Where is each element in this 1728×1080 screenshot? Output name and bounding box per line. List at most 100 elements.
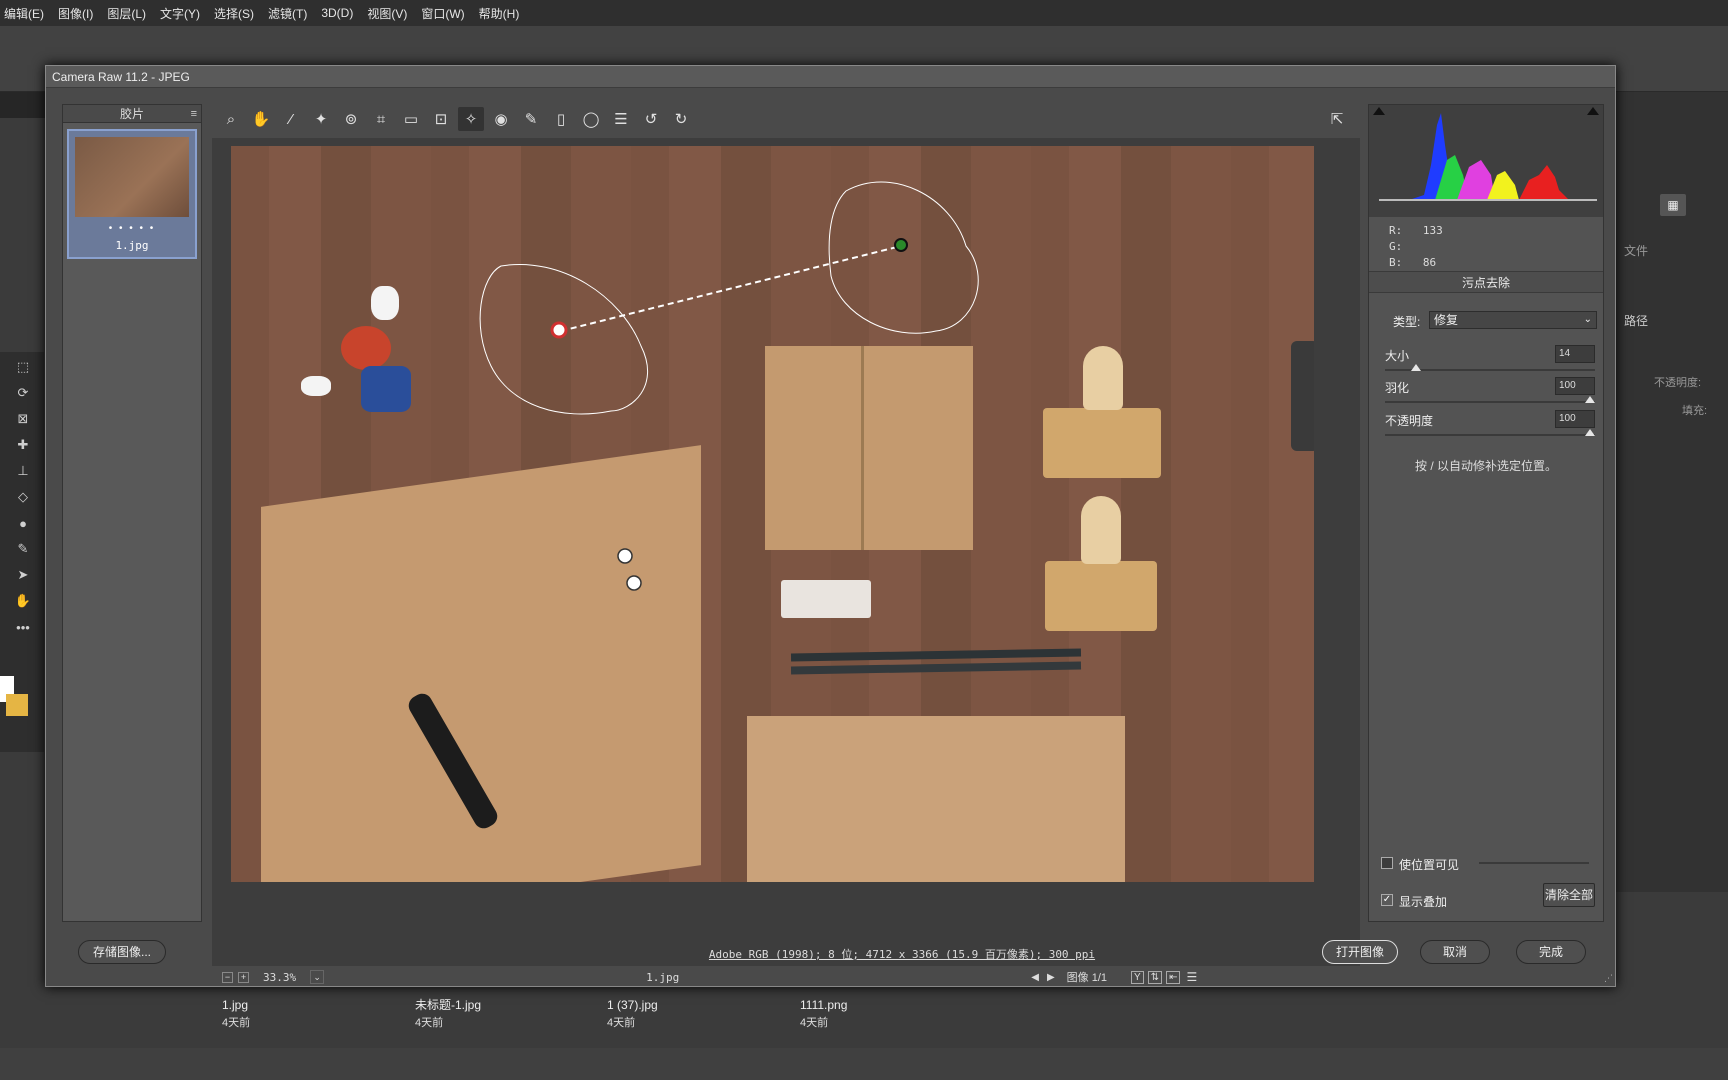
white-balance-icon[interactable]: ⁄ <box>278 107 304 131</box>
zoom-level[interactable]: 33.3% <box>263 971 296 984</box>
color-sampler-icon[interactable]: ✦ <box>308 107 334 131</box>
filmstrip-thumbnail[interactable]: • • • • • 1.jpg <box>67 129 197 259</box>
radial-filter-icon[interactable]: ◯ <box>578 107 604 131</box>
feather-row: 羽化 100 <box>1385 377 1595 413</box>
menu-type[interactable]: 文字(Y) <box>160 5 200 22</box>
preferences-icon[interactable]: ☰ <box>608 107 634 131</box>
spot-overlay[interactable] <box>231 146 1314 882</box>
menu-layer[interactable]: 图层(L) <box>107 5 146 22</box>
lasso-tool-icon[interactable]: ⟳ <box>12 382 34 404</box>
rating-dots[interactable]: • • • • • <box>69 223 195 234</box>
opacity-label: 不透明度 <box>1385 414 1434 428</box>
paths-tab[interactable]: 路径 <box>1624 312 1648 329</box>
opacity-slider-thumb[interactable] <box>1585 429 1595 436</box>
save-image-button[interactable]: 存储图像... <box>78 940 166 964</box>
grid-view-icon[interactable]: ▦ <box>1660 194 1686 216</box>
show-overlay-checkbox[interactable]: ✓ <box>1381 894 1393 906</box>
thumbnail-image <box>75 137 189 217</box>
hand-icon[interactable]: ✋ <box>248 107 274 131</box>
target-adjust-icon[interactable]: ⊚ <box>338 107 364 131</box>
graduated-filter-icon[interactable]: ▯ <box>548 107 574 131</box>
transform-icon[interactable]: ⊡ <box>428 107 454 131</box>
view-settings-icon[interactable]: ☰ <box>1186 970 1197 984</box>
done-button[interactable]: 完成 <box>1516 940 1586 964</box>
recent-file-name: 1111.png <box>800 998 848 1012</box>
g-label: G: <box>1389 240 1403 253</box>
frame-tool-icon[interactable]: ⊠ <box>12 408 34 430</box>
compare-y-icon[interactable]: Y <box>1131 970 1144 984</box>
show-overlay-label: 显示叠加 <box>1399 895 1448 909</box>
zoom-out-icon[interactable]: − <box>222 971 233 983</box>
feather-input[interactable]: 100 <box>1555 377 1595 395</box>
menu-3d[interactable]: 3D(D) <box>321 6 353 20</box>
visualize-slider[interactable] <box>1479 862 1589 864</box>
open-image-button[interactable]: 打开图像 <box>1322 940 1398 964</box>
blur-tool-icon[interactable]: ● <box>12 512 34 534</box>
copy-settings-icon[interactable]: ⇤ <box>1166 970 1181 984</box>
type-select[interactable]: 修复 ⌄ <box>1429 311 1597 329</box>
recent-file[interactable]: 1111.png 4天前 <box>800 996 847 1032</box>
swap-icon[interactable]: ⇅ <box>1147 970 1163 984</box>
red-eye-icon[interactable]: ◉ <box>488 107 514 131</box>
hand-tool-icon[interactable]: ✋ <box>12 590 34 612</box>
dialog-title: Camera Raw 11.2 - JPEG <box>46 66 1615 88</box>
menu-edit[interactable]: 编辑(E) <box>4 5 44 22</box>
resize-grip-icon[interactable]: ⋰ <box>1604 973 1613 984</box>
menu-filter[interactable]: 滤镜(T) <box>268 5 307 22</box>
zoom-icon[interactable]: ⌕ <box>218 107 244 131</box>
straighten-icon[interactable]: ▭ <box>398 107 424 131</box>
spot-pin <box>626 575 642 591</box>
menu-image[interactable]: 图像(I) <box>58 5 93 22</box>
size-slider-thumb[interactable] <box>1411 364 1421 371</box>
zoom-dropdown-icon[interactable]: ⌄ <box>310 970 325 984</box>
pen-tool-icon[interactable]: ✎ <box>12 538 34 560</box>
recent-file-name: 1 (37).jpg <box>607 998 658 1012</box>
visualize-spots-checkbox[interactable] <box>1381 857 1393 869</box>
menu-help[interactable]: 帮助(H) <box>479 5 520 22</box>
workflow-options-link[interactable]: Adobe RGB (1998); 8 位; 4712 x 3366 (15.9… <box>622 946 1182 962</box>
recent-file-name: 未标题-1.jpg <box>415 998 482 1012</box>
r-label: R: <box>1389 224 1403 237</box>
recent-file[interactable]: 1 (37).jpg 4天前 <box>607 996 658 1032</box>
chevron-down-icon: ⌄ <box>1583 314 1592 325</box>
photo-preview[interactable] <box>231 146 1314 882</box>
adjustment-brush-icon[interactable]: ✎ <box>518 107 544 131</box>
next-image-icon[interactable]: ▶ <box>1047 972 1055 983</box>
cancel-button[interactable]: 取消 <box>1420 940 1490 964</box>
zoom-in-icon[interactable]: + <box>238 971 249 983</box>
camera-raw-dialog: Camera Raw 11.2 - JPEG 胶片 ≡ • • • • • 1.… <box>45 65 1616 987</box>
rotate-cw-icon[interactable]: ↻ <box>668 107 694 131</box>
menu-select[interactable]: 选择(S) <box>214 5 254 22</box>
crop-icon[interactable]: ⌗ <box>368 107 394 131</box>
more-tools-icon[interactable]: ••• <box>12 616 34 638</box>
opacity-slider[interactable] <box>1385 434 1595 436</box>
image-canvas[interactable] <box>212 138 1360 966</box>
filmstrip-menu-icon[interactable]: ≡ <box>191 105 197 123</box>
size-input[interactable]: 14 <box>1555 345 1595 363</box>
recent-file-time: 4天前 <box>800 1017 829 1029</box>
background-color-swatch[interactable] <box>6 694 28 716</box>
file-hint: 文件 <box>1624 244 1649 258</box>
opacity-input[interactable]: 100 <box>1555 410 1595 428</box>
b-label: B: <box>1389 256 1403 269</box>
feather-slider-thumb[interactable] <box>1585 396 1595 403</box>
menu-window[interactable]: 窗口(W) <box>421 5 464 22</box>
menu-view[interactable]: 视图(V) <box>367 5 407 22</box>
type-select-value: 修复 <box>1434 313 1459 327</box>
clear-all-button[interactable]: 清除全部 <box>1543 883 1595 907</box>
spot-removal-icon[interactable]: ✧ <box>458 107 484 131</box>
fullscreen-icon[interactable]: ⇱ <box>1324 107 1350 131</box>
image-counter: 图像 1/1 <box>1066 972 1108 984</box>
path-select-tool-icon[interactable]: ➤ <box>12 564 34 586</box>
prev-image-icon[interactable]: ◀ <box>1031 972 1039 983</box>
marquee-tool-icon[interactable]: ⬚ <box>12 356 34 378</box>
recent-file[interactable]: 1.jpg 4天前 <box>222 996 250 1032</box>
spot-removal-title: 污点去除 <box>1369 271 1603 293</box>
feather-slider[interactable] <box>1385 401 1595 403</box>
stamp-tool-icon[interactable]: ⊥ <box>12 460 34 482</box>
canvas-status-bar: − + 33.3% ⌄ 1.jpg ◀ ▶ 图像 1/1 Y ⇅ ⇤ ☰ <box>212 966 1360 988</box>
eraser-tool-icon[interactable]: ◇ <box>12 486 34 508</box>
healing-tool-icon[interactable]: ✚ <box>12 434 34 456</box>
recent-file[interactable]: 未标题-1.jpg 4天前 <box>415 996 481 1032</box>
rotate-ccw-icon[interactable]: ↺ <box>638 107 664 131</box>
